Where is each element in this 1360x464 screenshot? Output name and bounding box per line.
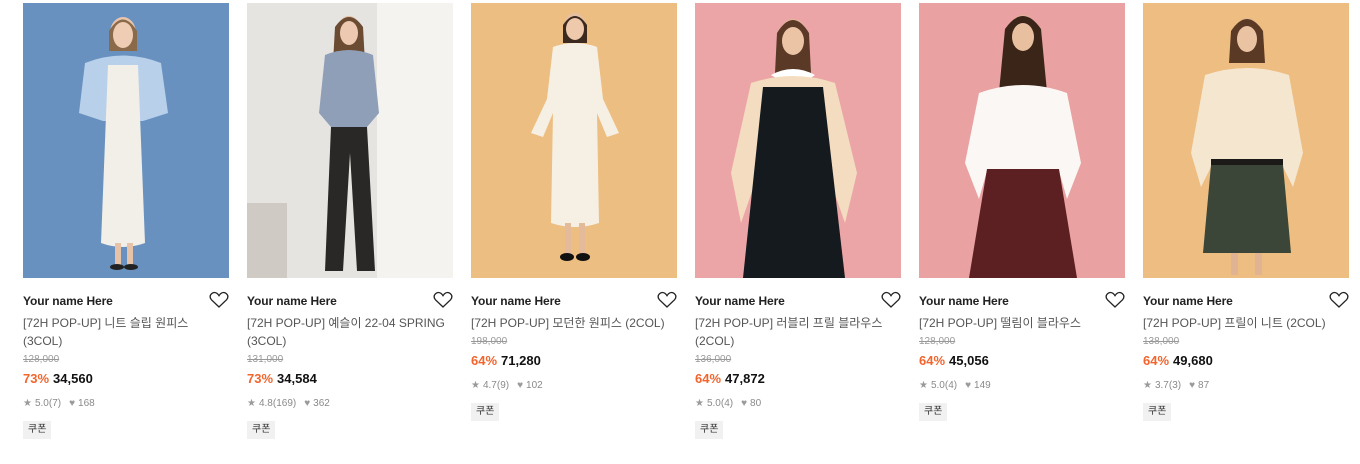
brand-name[interactable]: Your name Here <box>919 294 1009 308</box>
product-image[interactable] <box>23 3 229 278</box>
review-meta: ★ 5.0 (4) ♥ 80 <box>695 397 901 411</box>
sale-price: 34,560 <box>53 371 93 386</box>
review-meta: ★ 3.7 (3) ♥ 87 <box>1143 379 1349 393</box>
brand-name[interactable]: Your name Here <box>695 294 785 308</box>
coupon-badge: 쿠폰 <box>471 403 500 421</box>
product-title[interactable]: [72H POP-UP] 러블리 프릴 블라우스 (2COL) <box>695 314 901 350</box>
price-row: 64% 45,056 <box>919 352 1125 369</box>
original-price: 131,000 <box>247 354 284 365</box>
star-icon: ★ <box>247 398 256 409</box>
like-count: 80 <box>750 398 762 409</box>
star-icon: ★ <box>695 398 704 409</box>
heart-outline-icon[interactable] <box>209 291 229 309</box>
review-count: (4) <box>720 398 734 409</box>
product-card[interactable]: Your name Here [72H POP-UP] 러블리 프릴 블라우스 … <box>695 3 901 439</box>
rating: 3.7 <box>1154 380 1169 391</box>
price-row: 64% 47,872 <box>695 370 901 387</box>
coupon-badge: 쿠폰 <box>247 421 276 439</box>
coupon-badge: 쿠폰 <box>23 421 52 439</box>
discount-rate: 73% <box>247 371 274 386</box>
heart-icon: ♥ <box>741 398 748 409</box>
product-card[interactable]: Your name Here [72H POP-UP] 프릴이 니트 (2COL… <box>1143 3 1349 421</box>
product-title[interactable]: [72H POP-UP] 떨림이 블라우스 <box>919 314 1125 332</box>
price-row: 73% 34,560 <box>23 370 229 387</box>
heart-outline-icon[interactable] <box>657 291 677 309</box>
discount-rate: 64% <box>695 371 722 386</box>
heart-icon: ♥ <box>517 380 524 391</box>
product-title[interactable]: [72H POP-UP] 예슬이 22-04 SPRING (3COL) <box>247 314 453 350</box>
review-meta: ★ 5.0 (7) ♥ 168 <box>23 397 229 411</box>
star-icon: ★ <box>23 398 32 409</box>
rating: 4.8 <box>258 398 273 409</box>
review-count: (7) <box>48 398 62 409</box>
price-row: 73% 34,584 <box>247 370 453 387</box>
discount-rate: 64% <box>1143 353 1170 368</box>
heart-outline-icon[interactable] <box>1105 291 1125 309</box>
brand-name[interactable]: Your name Here <box>471 294 561 308</box>
product-card[interactable]: Your name Here [72H POP-UP] 떨림이 블라우스 128… <box>919 3 1125 421</box>
original-price: 136,000 <box>695 354 732 365</box>
rating: 5.0 <box>706 398 721 409</box>
heart-outline-icon[interactable] <box>433 291 453 309</box>
review-count: (4) <box>944 380 958 391</box>
like-count: 362 <box>313 398 330 409</box>
heart-icon: ♥ <box>304 398 311 409</box>
product-title[interactable]: [72H POP-UP] 모던한 원피스 (2COL) <box>471 314 677 332</box>
brand-name[interactable]: Your name Here <box>247 294 337 308</box>
heart-outline-icon[interactable] <box>1329 291 1349 309</box>
review-count: (169) <box>272 398 297 409</box>
product-image[interactable] <box>695 3 901 278</box>
like-count: 168 <box>78 398 95 409</box>
rating: 5.0 <box>930 380 945 391</box>
heart-outline-icon[interactable] <box>881 291 901 309</box>
product-title[interactable]: [72H POP-UP] 프릴이 니트 (2COL) <box>1143 314 1349 332</box>
coupon-badge: 쿠폰 <box>695 421 724 439</box>
sale-price: 49,680 <box>1173 353 1213 368</box>
product-grid: Your name Here [72H POP-UP] 니트 슬립 원피스 (3… <box>0 0 1360 464</box>
sale-price: 34,584 <box>277 371 317 386</box>
review-count: (9) <box>496 380 510 391</box>
product-image[interactable] <box>919 3 1125 278</box>
star-icon: ★ <box>919 380 928 391</box>
price-row: 64% 71,280 <box>471 352 677 369</box>
review-meta: ★ 5.0 (4) ♥ 149 <box>919 379 1125 393</box>
product-image[interactable] <box>1143 3 1349 278</box>
product-image[interactable] <box>471 3 677 278</box>
brand-name[interactable]: Your name Here <box>1143 294 1233 308</box>
original-price: 128,000 <box>919 336 956 347</box>
product-card[interactable]: Your name Here [72H POP-UP] 니트 슬립 원피스 (3… <box>23 3 229 439</box>
discount-rate: 64% <box>471 353 498 368</box>
discount-rate: 73% <box>23 371 50 386</box>
like-count: 149 <box>974 380 991 391</box>
product-title[interactable]: [72H POP-UP] 니트 슬립 원피스 (3COL) <box>23 314 229 350</box>
discount-rate: 64% <box>919 353 946 368</box>
product-card[interactable]: Your name Here [72H POP-UP] 모던한 원피스 (2CO… <box>471 3 677 421</box>
like-count: 102 <box>526 380 543 391</box>
sale-price: 47,872 <box>725 371 765 386</box>
review-count: (3) <box>1168 380 1182 391</box>
product-card[interactable]: Your name Here [72H POP-UP] 예슬이 22-04 SP… <box>247 3 453 439</box>
price-row: 64% 49,680 <box>1143 352 1349 369</box>
review-meta: ★ 4.7 (9) ♥ 102 <box>471 379 677 393</box>
brand-name[interactable]: Your name Here <box>23 294 113 308</box>
sale-price: 45,056 <box>949 353 989 368</box>
heart-icon: ♥ <box>965 380 972 391</box>
original-price: 138,000 <box>1143 336 1180 347</box>
star-icon: ★ <box>471 380 480 391</box>
sale-price: 71,280 <box>501 353 541 368</box>
rating: 4.7 <box>482 380 497 391</box>
heart-icon: ♥ <box>69 398 76 409</box>
star-icon: ★ <box>1143 380 1152 391</box>
coupon-badge: 쿠폰 <box>1143 403 1172 421</box>
product-image[interactable] <box>247 3 453 278</box>
coupon-badge: 쿠폰 <box>919 403 948 421</box>
heart-icon: ♥ <box>1189 380 1196 391</box>
review-meta: ★ 4.8 (169) ♥ 362 <box>247 397 453 411</box>
original-price: 198,000 <box>471 336 508 347</box>
rating: 5.0 <box>34 398 49 409</box>
original-price: 128,000 <box>23 354 60 365</box>
like-count: 87 <box>1198 380 1210 391</box>
